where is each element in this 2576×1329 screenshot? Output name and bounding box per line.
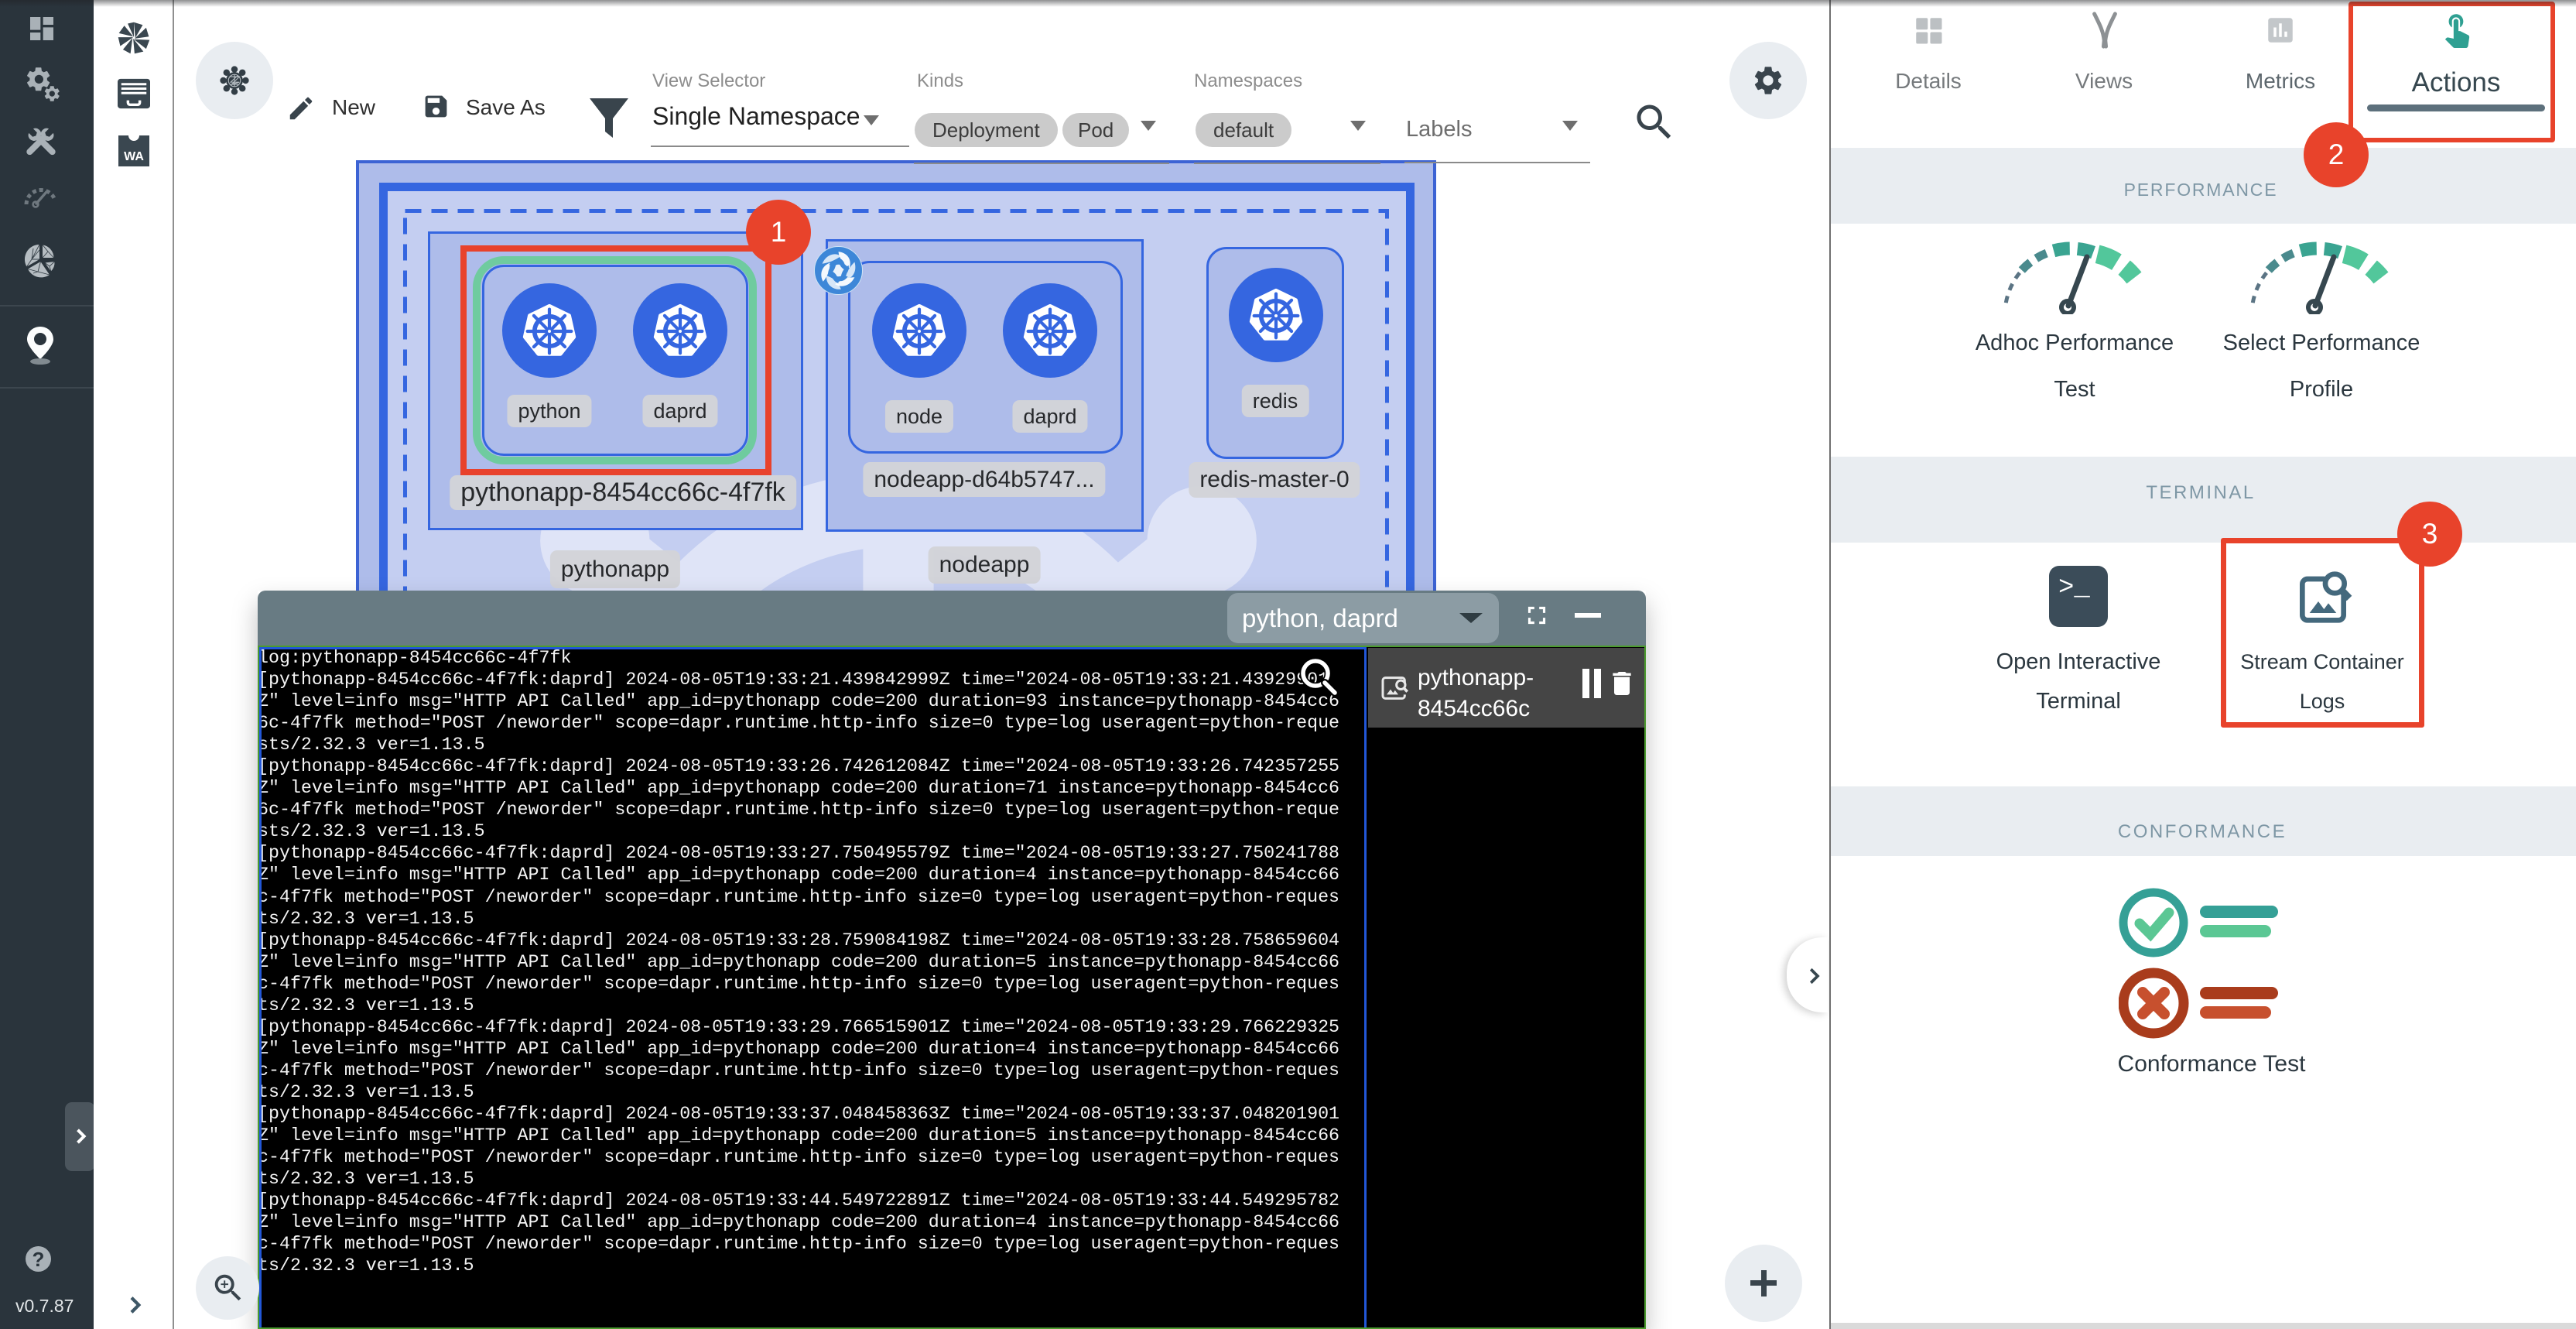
- svg-text:WA: WA: [124, 150, 144, 163]
